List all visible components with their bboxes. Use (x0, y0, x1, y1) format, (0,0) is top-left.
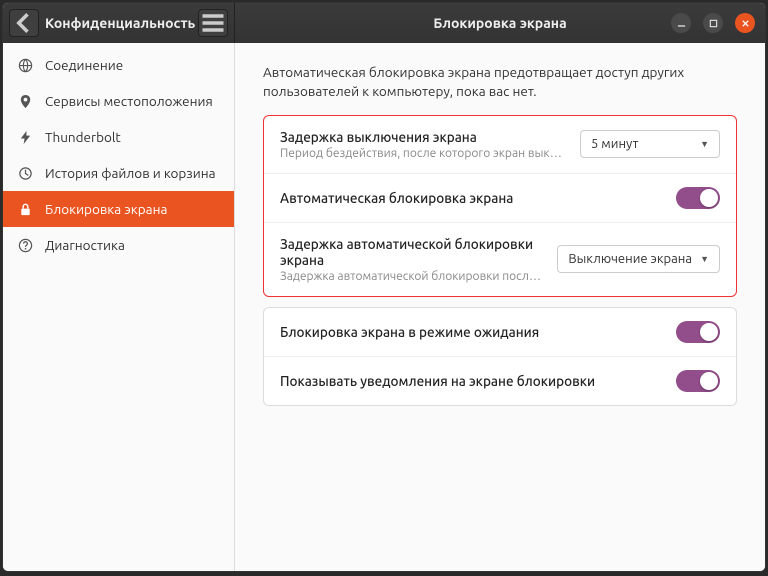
row-title: Показывать уведомления на экране блокиро… (280, 373, 664, 389)
sidebar-item-diagnostics[interactable]: Диагностика (3, 227, 234, 263)
settings-window: Конфиденциальность Блокировка экрана (2, 2, 766, 572)
row-lock-delay: Задержка автоматической блокировки экран… (264, 223, 736, 296)
sidebar-item-label: Сервисы местоположения (45, 93, 213, 109)
titlebar-right: Блокировка экрана (235, 3, 765, 43)
sidebar-item-history[interactable]: История файлов и корзина (3, 155, 234, 191)
sidebar-item-label: Блокировка экрана (45, 201, 167, 217)
window-controls (671, 13, 765, 33)
switch-knob (700, 323, 718, 341)
highlighted-panel: Задержка выключения экрана Период бездей… (263, 115, 737, 297)
chevron-left-icon (10, 9, 38, 37)
dropdown-value: Выключение экрана (568, 252, 692, 266)
titlebar: Конфиденциальность Блокировка экрана (3, 3, 765, 43)
minimize-button[interactable] (671, 13, 691, 33)
sidebar-item-label: Диагностика (45, 237, 125, 253)
content-area: Автоматическая блокировка экрана предотв… (235, 43, 765, 571)
sidebar-item-thunderbolt[interactable]: Thunderbolt (3, 119, 234, 155)
dropdown-value: 5 минут (591, 137, 638, 151)
sidebar: Соединение Сервисы местоположения Thunde… (3, 43, 235, 571)
lock-icon (17, 201, 33, 217)
page-description: Автоматическая блокировка экрана предотв… (263, 63, 737, 101)
close-button[interactable] (735, 13, 755, 33)
row-text: Блокировка экрана в режиме ожидания (280, 324, 664, 340)
back-button[interactable] (9, 9, 39, 37)
sidebar-item-label: История файлов и корзина (45, 165, 216, 181)
page-title: Блокировка экрана (433, 15, 566, 31)
sidebar-item-connection[interactable]: Соединение (3, 47, 234, 83)
maximize-button[interactable] (703, 13, 723, 33)
switch-knob (700, 189, 718, 207)
switch-knob (700, 372, 718, 390)
row-subtitle: Задержка автоматической блокировки после… (280, 270, 545, 283)
row-text: Задержка автоматической блокировки экран… (280, 236, 545, 283)
row-text: Задержка выключения экрана Период бездей… (280, 129, 568, 160)
blank-delay-dropdown[interactable]: 5 минут ▼ (580, 130, 720, 158)
lock-delay-dropdown[interactable]: Выключение экрана ▼ (557, 245, 720, 273)
chevron-down-icon: ▼ (700, 254, 709, 264)
sidebar-item-label: Соединение (45, 57, 123, 73)
thunderbolt-icon (17, 129, 33, 145)
section-title: Конфиденциальность (45, 15, 198, 31)
auto-lock-switch[interactable] (676, 187, 720, 209)
row-title: Автоматическая блокировка экрана (280, 190, 664, 206)
row-subtitle: Период бездействия, после которого экран… (280, 147, 568, 160)
row-title: Задержка автоматической блокировки экран… (280, 236, 545, 268)
location-icon (17, 93, 33, 109)
lower-panel: Блокировка экрана в режиме ожидания Пока… (263, 307, 737, 406)
row-auto-lock: Автоматическая блокировка экрана (264, 174, 736, 223)
globe-icon (17, 57, 33, 73)
hamburger-icon (199, 9, 227, 37)
titlebar-left: Конфиденциальность (3, 3, 235, 43)
history-icon (17, 165, 33, 181)
row-lock-suspend: Блокировка экрана в режиме ожидания (264, 308, 736, 357)
maximize-icon (709, 19, 718, 28)
lock-suspend-switch[interactable] (676, 321, 720, 343)
chevron-down-icon: ▼ (700, 139, 709, 149)
row-text: Автоматическая блокировка экрана (280, 190, 664, 206)
menu-button[interactable] (198, 9, 228, 37)
sidebar-item-label: Thunderbolt (45, 129, 121, 145)
row-title: Задержка выключения экрана (280, 129, 568, 145)
row-text: Показывать уведомления на экране блокиро… (280, 373, 664, 389)
close-icon (741, 19, 750, 28)
row-blank-delay: Задержка выключения экрана Период бездей… (264, 116, 736, 174)
window-body: Соединение Сервисы местоположения Thunde… (3, 43, 765, 571)
row-title: Блокировка экрана в режиме ожидания (280, 324, 664, 340)
show-notifications-switch[interactable] (676, 370, 720, 392)
sidebar-item-screenlock[interactable]: Блокировка экрана (3, 191, 234, 227)
row-show-notifications: Показывать уведомления на экране блокиро… (264, 357, 736, 405)
sidebar-item-location[interactable]: Сервисы местоположения (3, 83, 234, 119)
minimize-icon (677, 19, 686, 28)
help-icon (17, 237, 33, 253)
